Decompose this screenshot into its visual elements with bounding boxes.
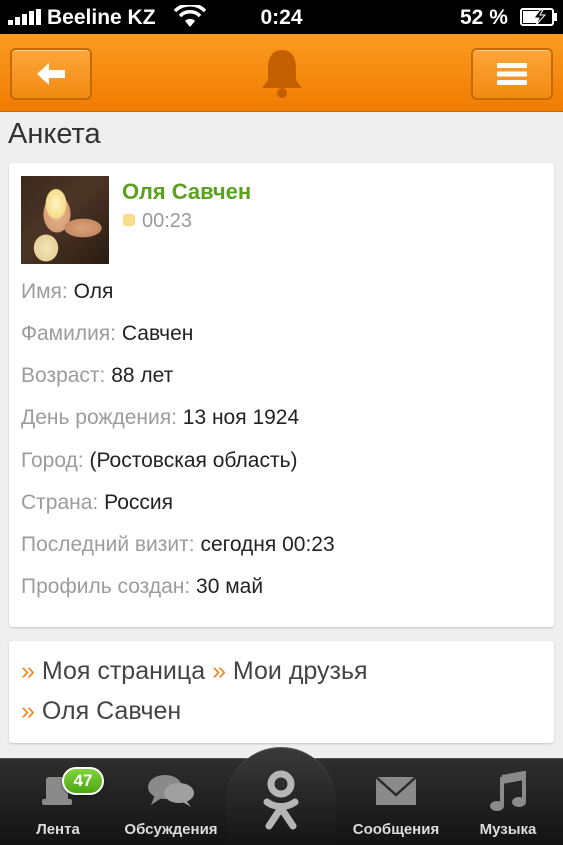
breadcrumb-my-friends-link[interactable]: Мои друзья [233,657,368,685]
menu-button[interactable] [471,48,553,100]
field-profile-created: Профиль создан: 30 май [21,575,263,599]
battery-percent: 52 % [460,6,508,29]
avatar[interactable] [21,176,109,264]
field-value: 88 лет [111,364,174,387]
page-title: Анкета [8,118,101,150]
field-label: Имя: [21,280,68,303]
tab-label: Сообщения [352,821,440,838]
feed-count-badge: 47 [62,767,104,795]
tab-music[interactable]: Музыка [469,759,547,845]
tab-odnoklassniki-home[interactable] [226,747,336,845]
field-last-name: Фамилия: Савчен [21,322,193,346]
tab-messages[interactable]: Сообщения [342,759,450,845]
field-value: сегодня 00:23 [200,533,335,556]
discussions-icon [148,775,194,807]
field-value: Оля [73,280,114,303]
online-status-icon [123,214,135,226]
field-label: Последний визит: [21,533,195,556]
tab-label: Музыка [479,821,537,838]
field-value: Россия [104,491,173,514]
field-value: 30 май [196,575,264,598]
music-note-icon [490,771,526,811]
odnoklassniki-logo-icon [263,770,299,830]
profile-card: Оля Савчен 00:23 Имя: Оля Фамилия: Савче… [9,163,554,627]
field-country: Страна: Россия [21,491,173,515]
field-value: Савчен [121,322,194,345]
battery-charging-icon [520,8,557,26]
bell-icon[interactable] [259,46,305,100]
tab-label: Лента [36,821,80,838]
field-label: Город: [21,449,84,472]
breadcrumb-profile-link[interactable]: Оля Савчен [42,697,181,725]
back-button[interactable] [10,48,92,100]
envelope-icon [375,776,417,805]
field-label: Фамилия: [21,322,117,345]
tab-label: Обсуждения [124,821,218,838]
field-last-visit: Последний визит: сегодня 00:23 [21,533,335,557]
field-label: Страна: [21,491,99,514]
tab-discussions[interactable]: Обсуждения [115,759,227,845]
field-first-name: Имя: Оля [21,280,113,304]
field-label: Профиль создан: [21,575,191,598]
field-label: Возраст: [21,364,106,387]
status-bar: Beeline KZ 0:24 52 % [0,0,563,34]
field-city: Город: (Ростовская область) [21,449,298,473]
field-value: (Ростовская область) [89,449,298,472]
navigation-bar [0,34,563,112]
breadcrumb: » Моя страница » Мои друзья » Оля Савчен [9,641,554,743]
breadcrumb-my-page-link[interactable]: Моя страница [42,657,205,685]
field-label: День рождения: [21,406,177,429]
field-birthday: День рождения: 13 ноя 1924 [21,406,299,430]
breadcrumb-separator: » [21,697,35,725]
hamburger-menu-icon [497,63,527,85]
last-online-time: 00:23 [142,210,193,232]
field-age: Возраст: 88 лет [21,364,173,388]
breadcrumb-separator: » [21,657,35,685]
arrow-left-icon [37,63,65,85]
field-value: 13 ноя 1924 [182,406,300,429]
profile-name[interactable]: Оля Савчен [122,179,251,205]
breadcrumb-separator: » [212,657,226,685]
